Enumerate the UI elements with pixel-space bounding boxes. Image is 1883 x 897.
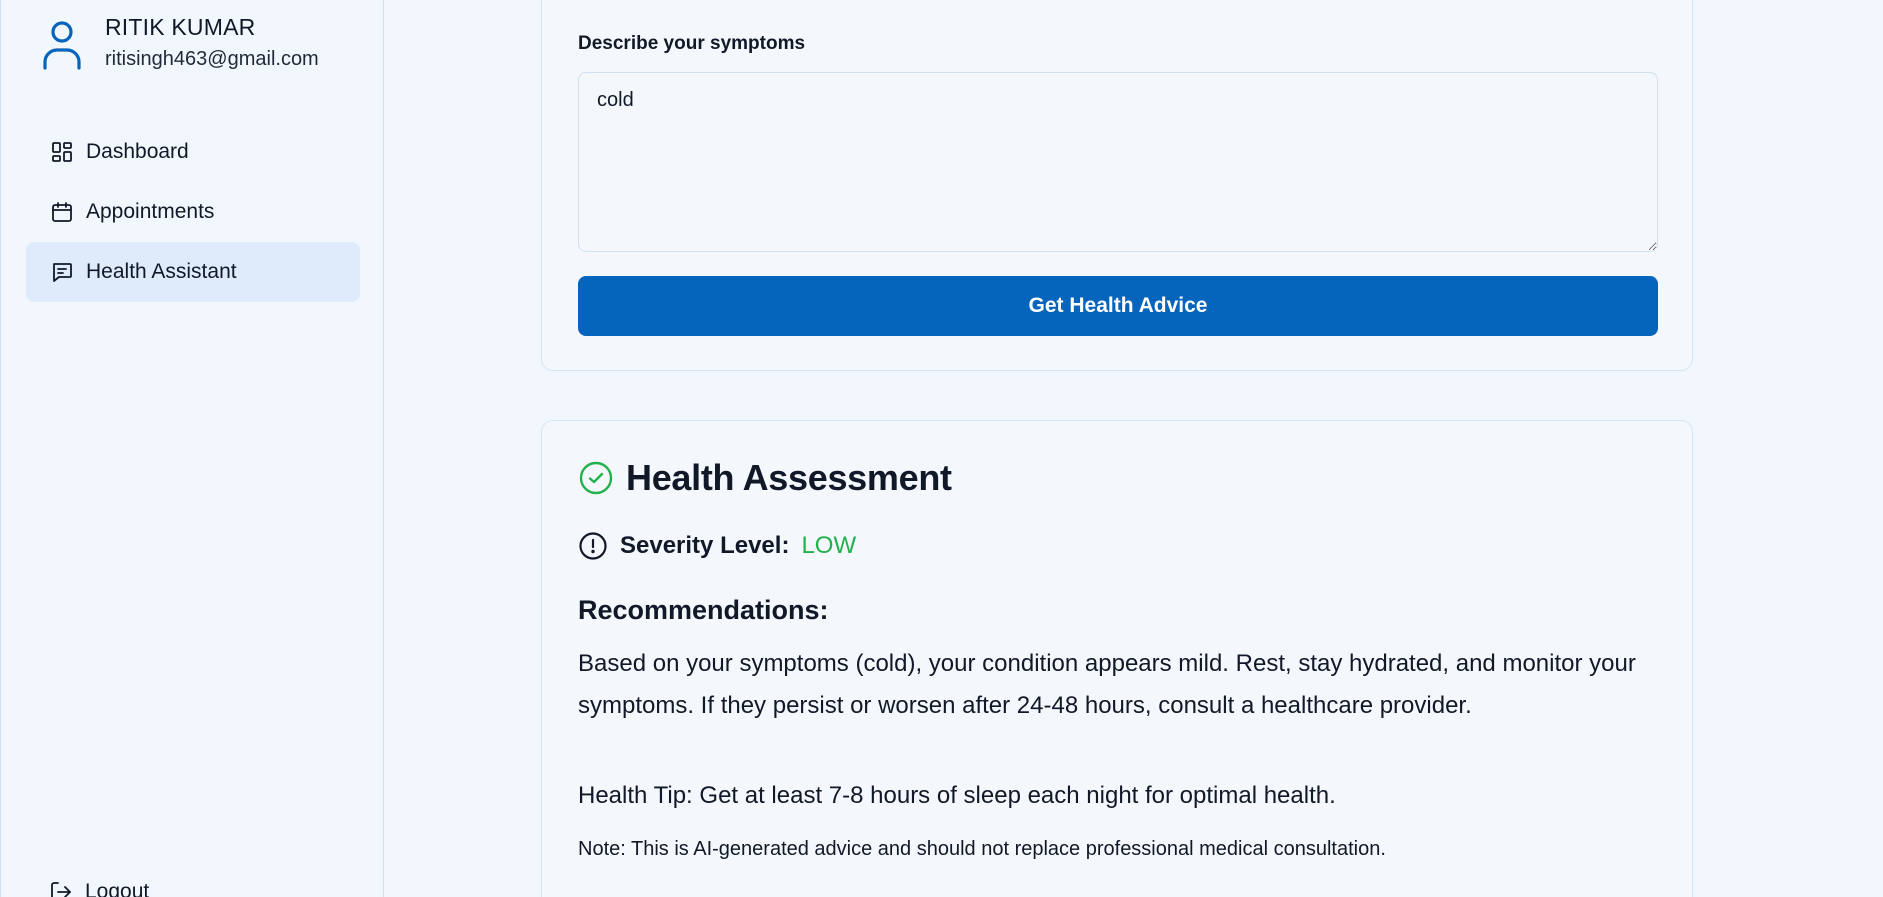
sidebar: RITIK KUMAR ritisingh463@gmail.com Dashb… [0, 0, 384, 897]
sidebar-item-label: Appointments [86, 200, 215, 223]
sidebar-item-appointments[interactable]: Appointments [26, 182, 360, 242]
assessment-header: Health Assessment [578, 457, 952, 499]
user-name: RITIK KUMAR [105, 14, 256, 40]
sidebar-item-label: Dashboard [86, 140, 189, 163]
sidebar-nav: Dashboard Appointments Health Assistant [26, 122, 360, 302]
health-tip-text: Health Tip: Get at least 7-8 hours of sl… [578, 782, 1336, 809]
severity-label: Severity Level: [620, 532, 790, 559]
sidebar-item-label: Health Assistant [86, 260, 237, 283]
get-health-advice-button[interactable]: Get Health Advice [578, 276, 1658, 336]
severity-value: LOW [801, 532, 857, 559]
user-profile: RITIK KUMAR ritisingh463@gmail.com [41, 12, 319, 74]
symptoms-input[interactable]: cold [578, 72, 1658, 252]
dashboard-icon [52, 142, 72, 162]
sidebar-item-health-assistant[interactable]: Health Assistant [26, 242, 360, 302]
user-icon [43, 21, 81, 70]
message-icon [53, 263, 72, 282]
logout-label: Logout [85, 880, 150, 897]
alert-circle-icon [579, 532, 607, 560]
recommendations-title: Recommendations: [578, 595, 829, 625]
assessment-title: Health Assessment [626, 457, 952, 498]
logout-button[interactable]: Logout [49, 880, 149, 897]
calendar-icon [52, 202, 72, 222]
disclaimer-note: Note: This is AI-generated advice and sh… [578, 838, 1386, 860]
symptoms-label: Describe your symptoms [578, 33, 806, 54]
app: RITIK KUMAR ritisingh463@gmail.com Dashb… [0, 0, 1883, 897]
sidebar-item-dashboard[interactable]: Dashboard [26, 122, 360, 182]
user-email: ritisingh463@gmail.com [105, 48, 319, 70]
recommendation-text: Based on your symptoms (cold), your cond… [578, 650, 1636, 719]
logout-icon [51, 882, 71, 897]
symptom-form-card: Describe your symptoms cold Get Health A… [541, 0, 1693, 371]
severity-row: Severity Level: LOW [578, 531, 856, 561]
user-info: RITIK KUMAR ritisingh463@gmail.com [105, 12, 319, 74]
health-assessment-card: Health Assessment Severity Level: LOW Re… [541, 420, 1693, 897]
check-circle-icon [579, 461, 613, 495]
